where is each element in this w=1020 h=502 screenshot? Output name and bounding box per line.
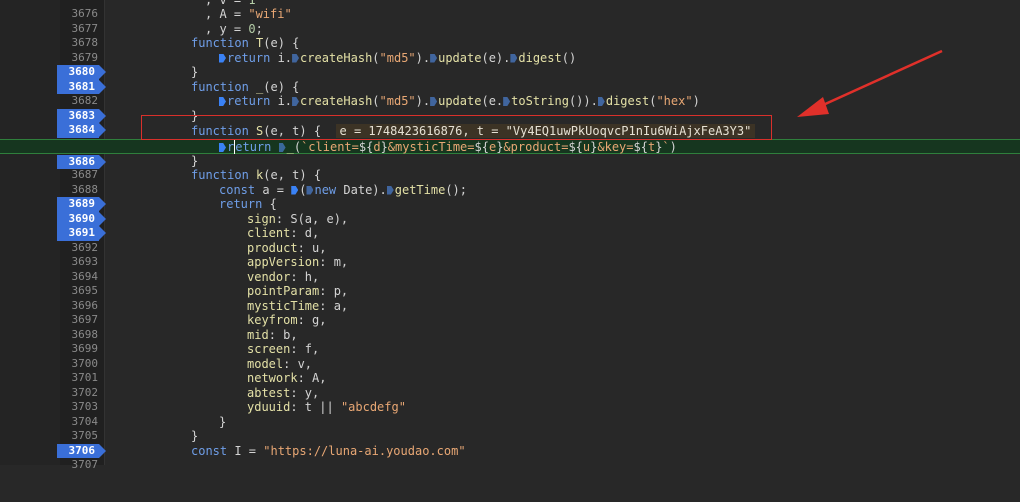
code-line: 3691 sign: S(a, e),: [0, 212, 1020, 241]
code-line: 3702 network: A,: [0, 371, 1020, 399]
code-line: 3676 , v = 1: [0, 0, 1020, 20]
inline-breakpoint-icon[interactable]: [430, 97, 438, 106]
code-line: 3681 }: [0, 65, 1020, 94]
code-line: 3703 abtest: y,: [0, 386, 1020, 414]
code-line: 3679 function T(e) {: [0, 36, 1020, 64]
inline-breakpoint-icon[interactable]: [291, 185, 299, 195]
inline-breakpoint-icon[interactable]: [386, 185, 394, 195]
code-line: 3684 }: [0, 109, 1020, 138]
inline-breakpoint-icon[interactable]: [510, 53, 518, 63]
code-line: 3692 client: d,: [0, 226, 1020, 254]
line-number[interactable]: 3707: [60, 458, 99, 473]
code-line: 3694 appVersion: m,: [0, 255, 1020, 283]
inline-breakpoint-icon[interactable]: [219, 97, 226, 106]
code-line: 3704 yduuid: t || "abcdefg": [0, 400, 1020, 428]
code-line: 3685 function S(e, t) { e = 174842361687…: [0, 124, 1020, 152]
code-line: 3696 pointParam: p,: [0, 284, 1020, 312]
code-line: 3693 product: u,: [0, 241, 1020, 269]
inline-breakpoint-icon[interactable]: [306, 185, 314, 195]
code-line: 3701 model: v,: [0, 357, 1020, 385]
code-editor[interactable]: 3676 , v = 1 3677 , A = "wifi" 3678 , y …: [0, 0, 1020, 472]
code-line: 3688 function k(e, t) {: [0, 168, 1020, 196]
inline-breakpoint-icon[interactable]: [597, 97, 605, 106]
code-line: 3678 , y = 0;: [0, 22, 1020, 50]
inline-breakpoint-icon[interactable]: [292, 97, 300, 106]
code-line: 3700 screen: f,: [0, 342, 1020, 370]
inline-breakpoint-icon[interactable]: [219, 143, 226, 152]
code-line: 3680 return i. createHash("md5"). update(e…: [0, 51, 1020, 80]
code-line: 3698 keyfrom: g,: [0, 313, 1020, 341]
code-line: 3677 , A = "wifi": [0, 7, 1020, 35]
code-line: 3689 const a = (new Date). getTime();: [0, 183, 1020, 212]
code-line: 3697 mysticTime: a,: [0, 299, 1020, 327]
code-line: 3690 return {: [0, 197, 1020, 226]
code-line: 3699 mid: b,: [0, 328, 1020, 356]
inline-breakpoint-icon[interactable]: [503, 97, 511, 106]
code-line: 3707 const I = "https://luna-ai.youdao.c…: [0, 444, 1020, 472]
code-line: 3683 return i. createHash("md5"). update(e…: [0, 94, 1020, 123]
paused-execution-line: 3686 return _(`client=${d}&mysticTime=${…: [0, 139, 1020, 169]
var-v: v: [219, 0, 226, 7]
inline-breakpoint-icon[interactable]: [292, 53, 300, 63]
code-line: 3687 }: [0, 154, 1020, 182]
inline-breakpoint-icon[interactable]: [278, 143, 286, 152]
code-line: 3706 }: [0, 429, 1020, 458]
code-line: 3682 function _(e) {: [0, 80, 1020, 108]
inline-breakpoint-icon[interactable]: [219, 53, 226, 63]
inline-breakpoint-icon[interactable]: [430, 53, 438, 63]
code-line: 3705 }: [0, 415, 1020, 443]
code-line: 3695 vendor: h,: [0, 270, 1020, 298]
inline-variable-values: e = 1748423616876, t = "Vy4EQ1uwPkUoqvcP…: [335, 124, 756, 138]
